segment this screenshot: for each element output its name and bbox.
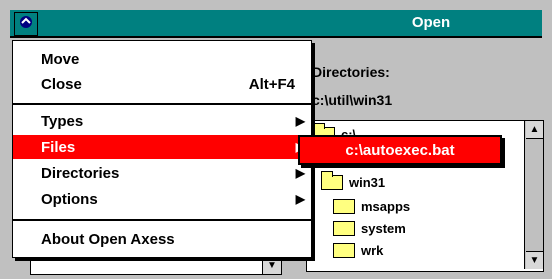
system-menu-button[interactable] [14,12,38,36]
submenu-arrow-icon: ▶ [295,166,305,180]
folder-icon [333,243,355,258]
arrow-down-icon: ▼ [529,255,540,266]
tree-item-system[interactable]: system [333,221,406,236]
menu-item-label: Types [41,112,84,130]
menu-item-shortcut: Alt+F4 [248,75,295,93]
menu-item-label: About Open Axess [41,230,175,248]
directories-label: Directories: [312,64,390,80]
tree-item-label: win31 [349,175,386,190]
menu-item-about-open-axess[interactable]: About Open Axess [13,227,311,251]
tree-scrollbar[interactable]: ▲ ▼ [524,121,543,269]
window-title: Open [411,14,451,31]
title-bar: Open [10,10,542,38]
folder-icon [333,199,355,214]
menu-item-move[interactable]: Move [13,47,311,71]
menu-item-options[interactable]: Options ▶ [13,187,311,211]
menu-item-label: Files [41,138,76,156]
menu-separator [13,219,311,221]
menu-item-label: Close [41,75,82,93]
menu-item-close[interactable]: Close Alt+F4 [13,72,311,96]
tree-item-wrk[interactable]: wrk [333,243,383,258]
submenu-arrow-icon: ▶ [295,192,305,206]
tree-item-win31[interactable]: win31 [321,171,386,190]
menu-item-label: Directories [41,164,120,182]
tree-item-label: msapps [361,199,411,214]
scroll-down-button[interactable]: ▼ [526,251,543,269]
current-path: c:\util\win31 [312,92,393,108]
open-window: Open Directories: c:\util\win31 ▲ ▼ c:\ [0,0,552,279]
chevron-down-icon: ▼ [267,259,277,271]
tree-item-label: system [361,221,406,236]
combo-dropdown-button[interactable]: ▼ [262,256,281,274]
menu-item-label: Options [41,190,98,208]
submenu-item-autoexec-bat[interactable]: c:\autoexec.bat [345,142,454,159]
system-menu: Move Close Alt+F4 Types ▶ Files ▶ Direct… [12,40,312,258]
tree-item-label: wrk [361,243,384,258]
menu-item-files[interactable]: Files ▶ [13,135,311,159]
tree-item-msapps[interactable]: msapps [333,199,410,214]
arrow-up-icon: ▲ [529,124,540,135]
menu-item-label: Move [41,50,80,68]
open-folder-icon [321,171,343,190]
bottom-combobox[interactable]: ▼ [30,255,282,275]
files-submenu[interactable]: c:\autoexec.bat [298,135,502,165]
submenu-arrow-icon: ▶ [295,114,305,128]
scroll-up-button[interactable]: ▲ [526,121,543,139]
system-menu-icon [18,14,34,35]
menu-separator [13,103,311,105]
menu-item-types[interactable]: Types ▶ [13,109,311,133]
folder-icon [333,221,355,236]
menu-item-directories[interactable]: Directories ▶ [13,161,311,185]
